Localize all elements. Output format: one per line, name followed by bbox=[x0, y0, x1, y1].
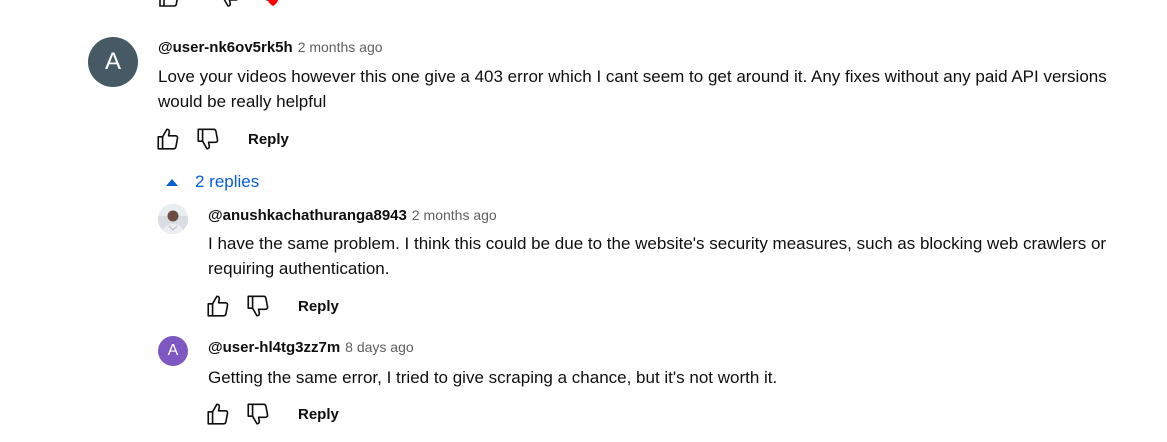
reply-author-handle[interactable]: @anushkachathuranga8943 bbox=[208, 207, 407, 224]
reply-header: @user-hl4tg3zz7m 8 days ago bbox=[208, 339, 414, 356]
replies-count-label: 2 replies bbox=[195, 172, 260, 191]
comment-text: Love your videos however this one give a… bbox=[158, 64, 1107, 114]
comment-actions: Reply bbox=[154, 125, 289, 153]
like-button[interactable] bbox=[204, 400, 232, 428]
comment-timestamp[interactable]: 2 months ago bbox=[298, 39, 383, 55]
reply-text: I have the same problem. I think this co… bbox=[208, 231, 1106, 281]
like-button[interactable] bbox=[154, 125, 182, 153]
dislike-icon[interactable] bbox=[217, 0, 241, 14]
reply-button[interactable]: Reply bbox=[298, 406, 339, 423]
thumbs-up-icon bbox=[157, 128, 179, 150]
reply-timestamp[interactable]: 2 months ago bbox=[412, 207, 497, 223]
comment-header: @user-nk6ov5rk5h 2 months ago bbox=[158, 39, 383, 56]
reply-author-avatar[interactable]: A bbox=[158, 336, 188, 366]
like-button[interactable] bbox=[204, 292, 232, 320]
replies-toggle-button[interactable]: 2 replies bbox=[166, 172, 259, 192]
reply-author-handle[interactable]: @user-hl4tg3zz7m bbox=[208, 339, 340, 356]
reply-actions: Reply bbox=[204, 400, 339, 428]
comment-text-line-1: Love your videos however this one give a… bbox=[158, 67, 1107, 86]
reply-text: Getting the same error, I tried to give … bbox=[208, 365, 777, 390]
profile-photo-icon bbox=[158, 204, 188, 234]
avatar-letter: A bbox=[167, 342, 179, 359]
comment-author-handle[interactable]: @user-nk6ov5rk5h bbox=[158, 39, 293, 56]
reply-header: @anushkachathuranga8943 2 months ago bbox=[208, 207, 497, 224]
creator-heart-icon bbox=[259, 0, 289, 14]
avatar-letter: A bbox=[104, 48, 121, 75]
thumbs-up-icon bbox=[207, 295, 229, 317]
dislike-button[interactable] bbox=[244, 400, 272, 428]
comment-author-avatar[interactable]: A bbox=[88, 37, 138, 87]
thumbs-up-icon bbox=[207, 403, 229, 425]
reply-timestamp[interactable]: 8 days ago bbox=[345, 339, 414, 355]
reply-author-avatar[interactable] bbox=[158, 204, 188, 234]
thumbs-down-icon bbox=[247, 403, 269, 425]
dislike-button[interactable] bbox=[244, 292, 272, 320]
dislike-button[interactable] bbox=[194, 125, 222, 153]
comment-text-line-2: would be really helpful bbox=[158, 92, 327, 111]
like-icon[interactable] bbox=[157, 0, 181, 14]
reply-actions: Reply bbox=[204, 292, 339, 320]
reply-text-line-1: I have the same problem. I think this co… bbox=[208, 234, 1107, 253]
reply-text-line-1: Getting the same error, I tried to give … bbox=[208, 368, 778, 387]
reply-button[interactable]: Reply bbox=[298, 298, 339, 315]
caret-up-icon bbox=[166, 178, 178, 186]
reply-button[interactable]: Reply bbox=[248, 131, 289, 148]
thumbs-down-icon bbox=[247, 295, 269, 317]
reply-text-line-2: requiring authentication. bbox=[208, 259, 390, 278]
thumbs-down-icon bbox=[197, 128, 219, 150]
previous-comment-actions bbox=[155, 0, 395, 7]
